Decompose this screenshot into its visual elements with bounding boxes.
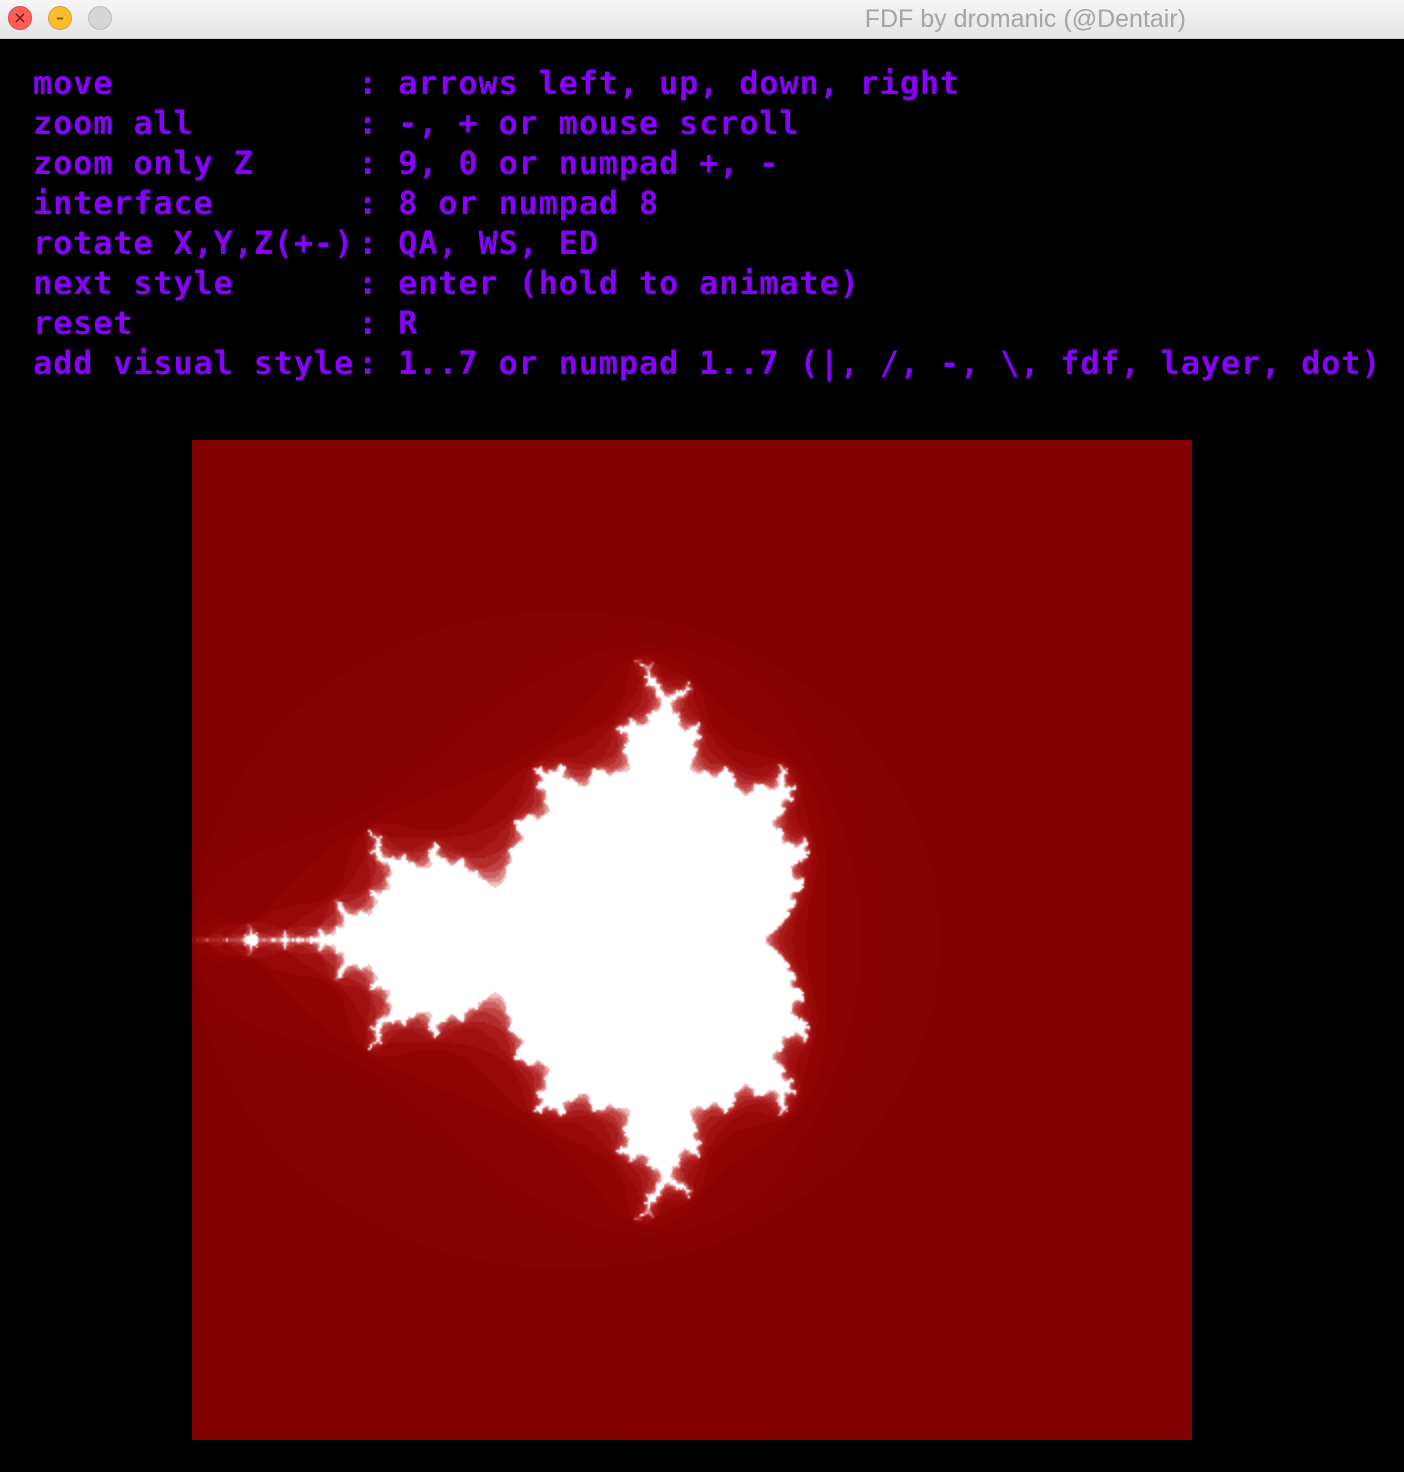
help-key: next style xyxy=(33,264,234,302)
help-line-interface: interface : 8 or numpad 8 xyxy=(33,183,1381,223)
help-value: : arrows left, up, down, right xyxy=(358,64,960,102)
help-value: : R xyxy=(358,304,419,342)
help-key: move xyxy=(33,64,114,102)
help-key: zoom only Z xyxy=(33,144,254,182)
help-value: : 1..7 or numpad 1..7 (|, /, -, \, fdf, … xyxy=(358,344,1382,382)
help-line-move: move : arrows left, up, down, right xyxy=(33,63,1381,103)
close-button[interactable]: × xyxy=(8,6,32,30)
help-key: add visual style xyxy=(33,344,355,382)
zoom-button[interactable] xyxy=(88,6,112,30)
minimize-button[interactable]: – xyxy=(48,6,72,30)
help-value: : QA, WS, ED xyxy=(358,224,599,262)
help-key: interface xyxy=(33,184,214,222)
help-line-next-style: next style : enter (hold to animate) xyxy=(33,263,1381,303)
help-line-zoom-all: zoom all : -, + or mouse scroll xyxy=(33,103,1381,143)
title-bar[interactable]: × – FDF by dromanic (@Dentair) xyxy=(0,0,1404,39)
help-line-reset: reset : R xyxy=(33,303,1381,343)
fractal-viewport[interactable] xyxy=(192,440,1192,1440)
app-window: × – FDF by dromanic (@Dentair) move : arr… xyxy=(0,0,1404,1472)
help-line-zoom-z: zoom only Z : 9, 0 or numpad +, - xyxy=(33,143,1381,183)
help-value: : 9, 0 or numpad +, - xyxy=(358,144,780,182)
close-icon: × xyxy=(13,8,27,27)
window-title: FDF by dromanic (@Dentair) xyxy=(864,5,1186,33)
help-key: zoom all xyxy=(33,104,194,142)
help-line-rotate: rotate X,Y,Z(+-): QA, WS, ED xyxy=(33,223,1381,263)
help-value: : 8 or numpad 8 xyxy=(358,184,659,222)
help-key: rotate X,Y,Z(+-) xyxy=(33,224,355,262)
help-line-visual-style: add visual style: 1..7 or numpad 1..7 (|… xyxy=(33,343,1381,383)
help-key: reset xyxy=(33,304,134,342)
mandelbrot-canvas[interactable] xyxy=(192,440,1192,1440)
help-value: : -, + or mouse scroll xyxy=(358,104,800,142)
controls-help: move : arrows left, up, down, right zoom … xyxy=(33,63,1381,383)
minimize-icon: – xyxy=(56,8,64,27)
help-value: : enter (hold to animate) xyxy=(358,264,860,302)
